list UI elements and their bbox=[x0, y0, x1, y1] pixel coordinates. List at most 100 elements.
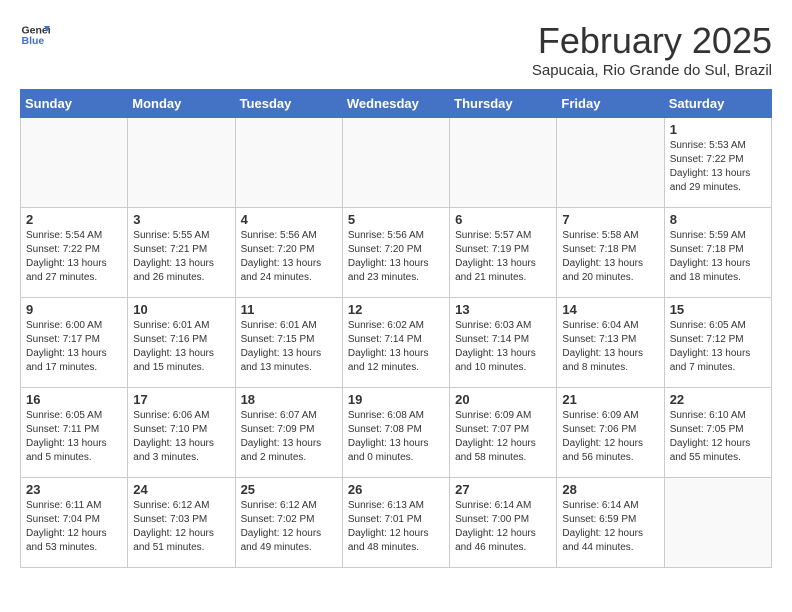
week-row-2: 2 Sunrise: 5:54 AM Sunset: 7:22 PM Daylig… bbox=[21, 208, 772, 298]
day-info: Sunrise: 6:02 AM Sunset: 7:14 PM Dayligh… bbox=[348, 319, 444, 375]
calendar-cell: 11Sunrise: 6:01 AM Sunset: 7:15 PM Dayli… bbox=[235, 298, 342, 388]
day-header-saturday: Saturday bbox=[664, 90, 771, 118]
calendar-cell: 6 Sunrise: 5:57 AM Sunset: 7:19 PM Daylig… bbox=[450, 208, 557, 298]
day-number: 3 bbox=[133, 212, 229, 227]
calendar-cell: 13 Sunrise: 6:03 AM Sunset: 7:14 PM Dayli… bbox=[450, 298, 557, 388]
day-number: 28 bbox=[562, 482, 658, 497]
calendar-table: SundayMondayTuesdayWednesdayThursdayFrid… bbox=[20, 89, 772, 568]
calendar-cell: 16Sunrise: 6:05 AM Sunset: 7:11 PM Dayli… bbox=[21, 388, 128, 478]
calendar-cell: 28 Sunrise: 6:14 AM Sunset: 6:59 PM Dayli… bbox=[557, 478, 664, 568]
calendar-cell: 3 Sunrise: 5:55 AM Sunset: 7:21 PM Daylig… bbox=[128, 208, 235, 298]
day-info: Sunrise: 6:00 AM Sunset: 7:17 PM Dayligh… bbox=[26, 319, 122, 375]
calendar-cell: 25Sunrise: 6:12 AM Sunset: 7:02 PM Dayli… bbox=[235, 478, 342, 568]
day-info: Sunrise: 6:01 AM Sunset: 7:15 PM Dayligh… bbox=[241, 319, 337, 375]
calendar-cell: 27Sunrise: 6:14 AM Sunset: 7:00 PM Dayli… bbox=[450, 478, 557, 568]
day-info: Sunrise: 6:04 AM Sunset: 7:13 PM Dayligh… bbox=[562, 319, 658, 375]
calendar-cell bbox=[235, 118, 342, 208]
calendar-cell bbox=[664, 478, 771, 568]
calendar-cell: 5 Sunrise: 5:56 AM Sunset: 7:20 PM Daylig… bbox=[342, 208, 449, 298]
day-info: Sunrise: 6:08 AM Sunset: 7:08 PM Dayligh… bbox=[348, 409, 444, 465]
day-number: 18 bbox=[241, 392, 337, 407]
day-info: Sunrise: 6:06 AM Sunset: 7:10 PM Dayligh… bbox=[133, 409, 229, 465]
calendar-cell bbox=[21, 118, 128, 208]
calendar-cell: 24 Sunrise: 6:12 AM Sunset: 7:03 PM Dayli… bbox=[128, 478, 235, 568]
calendar-cell bbox=[450, 118, 557, 208]
day-info: Sunrise: 6:12 AM Sunset: 7:03 PM Dayligh… bbox=[133, 499, 229, 555]
day-info: Sunrise: 5:57 AM Sunset: 7:19 PM Dayligh… bbox=[455, 229, 551, 285]
day-number: 2 bbox=[26, 212, 122, 227]
day-info: Sunrise: 5:54 AM Sunset: 7:22 PM Dayligh… bbox=[26, 229, 122, 285]
day-number: 5 bbox=[348, 212, 444, 227]
day-number: 14 bbox=[562, 302, 658, 317]
calendar-cell bbox=[557, 118, 664, 208]
calendar-cell: 1 Sunrise: 5:53 AM Sunset: 7:22 PM Daylig… bbox=[664, 118, 771, 208]
day-info: Sunrise: 5:56 AM Sunset: 7:20 PM Dayligh… bbox=[348, 229, 444, 285]
calendar-cell: 26Sunrise: 6:13 AM Sunset: 7:01 PM Dayli… bbox=[342, 478, 449, 568]
day-number: 21 bbox=[562, 392, 658, 407]
day-number: 27 bbox=[455, 482, 551, 497]
day-info: Sunrise: 6:12 AM Sunset: 7:02 PM Dayligh… bbox=[241, 499, 337, 555]
calendar-cell bbox=[128, 118, 235, 208]
calendar-cell: 18 Sunrise: 6:07 AM Sunset: 7:09 PM Dayli… bbox=[235, 388, 342, 478]
day-info: Sunrise: 6:01 AM Sunset: 7:16 PM Dayligh… bbox=[133, 319, 229, 375]
day-number: 1 bbox=[670, 122, 766, 137]
day-number: 8 bbox=[670, 212, 766, 227]
day-info: Sunrise: 6:05 AM Sunset: 7:12 PM Dayligh… bbox=[670, 319, 766, 375]
calendar-cell bbox=[342, 118, 449, 208]
week-row-1: 1 Sunrise: 5:53 AM Sunset: 7:22 PM Daylig… bbox=[21, 118, 772, 208]
day-number: 24 bbox=[133, 482, 229, 497]
calendar-cell: 8 Sunrise: 5:59 AM Sunset: 7:18 PM Daylig… bbox=[664, 208, 771, 298]
day-info: Sunrise: 6:09 AM Sunset: 7:07 PM Dayligh… bbox=[455, 409, 551, 465]
page-header: General Blue February 2025 Sapucaia, Rio… bbox=[20, 20, 772, 79]
day-number: 13 bbox=[455, 302, 551, 317]
day-info: Sunrise: 6:14 AM Sunset: 6:59 PM Dayligh… bbox=[562, 499, 658, 555]
day-number: 26 bbox=[348, 482, 444, 497]
day-info: Sunrise: 6:11 AM Sunset: 7:04 PM Dayligh… bbox=[26, 499, 122, 555]
calendar-cell: 2 Sunrise: 5:54 AM Sunset: 7:22 PM Daylig… bbox=[21, 208, 128, 298]
day-info: Sunrise: 5:56 AM Sunset: 7:20 PM Dayligh… bbox=[241, 229, 337, 285]
day-number: 23 bbox=[26, 482, 122, 497]
logo-icon: General Blue bbox=[20, 20, 50, 50]
day-header-sunday: Sunday bbox=[21, 90, 128, 118]
day-info: Sunrise: 6:05 AM Sunset: 7:11 PM Dayligh… bbox=[26, 409, 122, 465]
header-row: SundayMondayTuesdayWednesdayThursdayFrid… bbox=[21, 90, 772, 118]
day-number: 6 bbox=[455, 212, 551, 227]
day-number: 10 bbox=[133, 302, 229, 317]
day-header-tuesday: Tuesday bbox=[235, 90, 342, 118]
day-number: 4 bbox=[241, 212, 337, 227]
day-number: 9 bbox=[26, 302, 122, 317]
day-number: 15 bbox=[670, 302, 766, 317]
month-title: February 2025 bbox=[532, 20, 772, 62]
day-header-wednesday: Wednesday bbox=[342, 90, 449, 118]
day-number: 20 bbox=[455, 392, 551, 407]
day-number: 22 bbox=[670, 392, 766, 407]
calendar-cell: 19Sunrise: 6:08 AM Sunset: 7:08 PM Dayli… bbox=[342, 388, 449, 478]
day-info: Sunrise: 6:09 AM Sunset: 7:06 PM Dayligh… bbox=[562, 409, 658, 465]
calendar-cell: 12 Sunrise: 6:02 AM Sunset: 7:14 PM Dayli… bbox=[342, 298, 449, 388]
day-info: Sunrise: 5:59 AM Sunset: 7:18 PM Dayligh… bbox=[670, 229, 766, 285]
title-block: February 2025 Sapucaia, Rio Grande do Su… bbox=[532, 20, 772, 79]
calendar-cell: 9 Sunrise: 6:00 AM Sunset: 7:17 PM Daylig… bbox=[21, 298, 128, 388]
week-row-4: 16Sunrise: 6:05 AM Sunset: 7:11 PM Dayli… bbox=[21, 388, 772, 478]
day-header-monday: Monday bbox=[128, 90, 235, 118]
calendar-cell: 20 Sunrise: 6:09 AM Sunset: 7:07 PM Dayli… bbox=[450, 388, 557, 478]
calendar-cell: 14 Sunrise: 6:04 AM Sunset: 7:13 PM Dayli… bbox=[557, 298, 664, 388]
week-row-3: 9 Sunrise: 6:00 AM Sunset: 7:17 PM Daylig… bbox=[21, 298, 772, 388]
week-row-5: 23 Sunrise: 6:11 AM Sunset: 7:04 PM Dayli… bbox=[21, 478, 772, 568]
day-info: Sunrise: 6:03 AM Sunset: 7:14 PM Dayligh… bbox=[455, 319, 551, 375]
calendar-cell: 4 Sunrise: 5:56 AM Sunset: 7:20 PM Daylig… bbox=[235, 208, 342, 298]
svg-text:Blue: Blue bbox=[22, 35, 45, 47]
day-info: Sunrise: 5:58 AM Sunset: 7:18 PM Dayligh… bbox=[562, 229, 658, 285]
day-info: Sunrise: 6:10 AM Sunset: 7:05 PM Dayligh… bbox=[670, 409, 766, 465]
day-header-friday: Friday bbox=[557, 90, 664, 118]
logo: General Blue bbox=[20, 20, 50, 50]
calendar-cell: 23 Sunrise: 6:11 AM Sunset: 7:04 PM Dayli… bbox=[21, 478, 128, 568]
calendar-cell: 17Sunrise: 6:06 AM Sunset: 7:10 PM Dayli… bbox=[128, 388, 235, 478]
day-info: Sunrise: 5:53 AM Sunset: 7:22 PM Dayligh… bbox=[670, 139, 766, 195]
day-info: Sunrise: 6:07 AM Sunset: 7:09 PM Dayligh… bbox=[241, 409, 337, 465]
calendar-cell: 7Sunrise: 5:58 AM Sunset: 7:18 PM Daylig… bbox=[557, 208, 664, 298]
calendar-cell: 21 Sunrise: 6:09 AM Sunset: 7:06 PM Dayli… bbox=[557, 388, 664, 478]
day-info: Sunrise: 5:55 AM Sunset: 7:21 PM Dayligh… bbox=[133, 229, 229, 285]
calendar-cell: 15 Sunrise: 6:05 AM Sunset: 7:12 PM Dayli… bbox=[664, 298, 771, 388]
day-number: 12 bbox=[348, 302, 444, 317]
